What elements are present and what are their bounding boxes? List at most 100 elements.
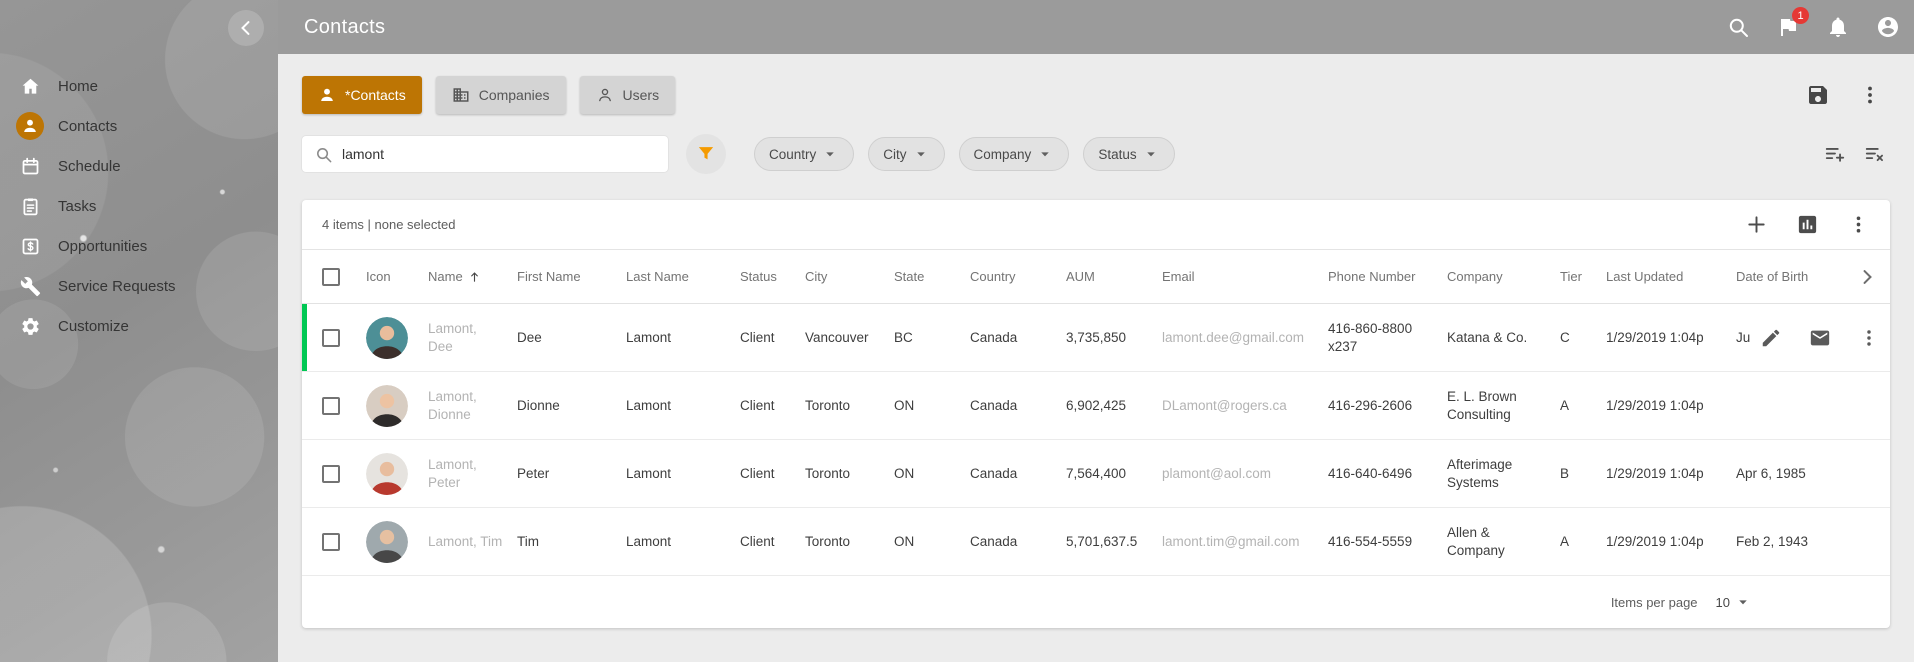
items-per-page-select[interactable]: 10 [1716,593,1752,611]
sidebar-item-label: Tasks [58,198,96,215]
app-root: Home Contacts Schedule Tasks Opportuniti… [0,0,1914,662]
table-toolbar-actions [1745,213,1870,236]
tab-companies[interactable]: Companies [436,76,566,114]
contact-avatar [366,385,408,427]
plus-icon[interactable] [1745,213,1768,236]
col-header-name[interactable]: Name [428,250,517,303]
row-checkbox[interactable] [322,533,340,551]
columns-scroll-right-icon[interactable] [1856,266,1878,288]
filter-chip-status[interactable]: Status [1083,137,1174,171]
cell-aum: 6,902,425 [1066,372,1162,439]
filter-chip-city[interactable]: City [868,137,944,171]
col-header-status[interactable]: Status [740,250,805,303]
bell-icon[interactable] [1826,15,1850,39]
tabs-row: *Contacts Companies Users [302,76,1890,114]
items-per-page-value: 10 [1716,595,1730,610]
sidebar-item-contacts[interactable]: Contacts [0,106,278,146]
col-header-country[interactable]: Country [970,250,1066,303]
more-vert-icon[interactable] [1858,83,1882,107]
col-header-first_name[interactable]: First Name [517,250,626,303]
col-header-company[interactable]: Company [1447,250,1560,303]
col-header-tier[interactable]: Tier [1560,250,1606,303]
sidebar-item-label: Customize [58,318,129,335]
col-header-icon[interactable]: Icon [366,250,428,303]
filter-row-actions [1824,143,1890,165]
row-checkbox[interactable] [322,397,340,415]
sidebar-item-opportunities[interactable]: Opportunities [0,226,278,266]
sidebar-item-service-requests[interactable]: Service Requests [0,266,278,306]
cell-last_name: Lamont [626,508,740,575]
col-header-city[interactable]: City [805,250,894,303]
person-icon [16,112,44,140]
chip-label: Status [1098,147,1136,162]
cell-icon [366,372,428,439]
next-page-icon[interactable] [1844,591,1866,613]
row-actions [1760,327,1880,349]
save-icon[interactable] [1806,83,1830,107]
user-outline-icon [596,86,614,104]
cell-phone: 416-296-2606 [1328,372,1447,439]
sidebar-item-schedule[interactable]: Schedule [0,146,278,186]
calendar-icon [16,152,44,180]
row-checkbox[interactable] [322,465,340,483]
sidebar-item-customize[interactable]: Customize [0,306,278,346]
account-icon[interactable] [1876,15,1900,39]
contact-row[interactable]: Lamont, PeterPeterLamontClientTorontoONC… [302,440,1890,508]
sidebar-collapse-button[interactable] [228,10,264,46]
col-header-last_name[interactable]: Last Name [626,250,740,303]
chart-icon[interactable] [1796,213,1819,236]
page-title: Contacts [304,16,385,39]
more-vert-icon[interactable] [1858,327,1880,349]
opportunities-icon [16,232,44,260]
cell-first_name: Tim [517,508,626,575]
cell-city: Toronto [805,372,894,439]
top-app-bar: Contacts 1 [278,0,1914,54]
select-all-checkbox[interactable] [322,268,340,286]
cell-tier: A [1560,372,1606,439]
filter-chip-company[interactable]: Company [959,137,1070,171]
caret-down-icon [821,145,839,163]
col-header-email[interactable]: Email [1162,250,1328,303]
cell-dob: Feb 2, 1943 [1736,508,1890,575]
cell-icon [366,304,428,371]
previous-page-icon[interactable] [1796,591,1818,613]
cell-city: Toronto [805,440,894,507]
cell-city: Toronto [805,508,894,575]
row-checkbox[interactable] [322,329,340,347]
filter-clear-icon[interactable] [1864,143,1886,165]
tab-contacts[interactable]: *Contacts [302,76,422,114]
filter-chip-country[interactable]: Country [754,137,854,171]
cell-last_updated: 1/29/2019 1:04p [1606,508,1736,575]
sidebar-item-home[interactable]: Home [0,66,278,106]
contact-avatar [366,521,408,563]
contact-row[interactable]: Lamont, DionneDionneLamontClientTorontoO… [302,372,1890,440]
col-header-last_updated[interactable]: Last Updated [1606,250,1736,303]
search-input[interactable] [342,146,628,162]
contact-row[interactable]: Lamont, DeeDeeLamontClientVancouverBCCan… [302,304,1890,372]
cell-company: E. L. Brown Consulting [1447,372,1560,439]
contact-row[interactable]: Lamont, TimTimLamontClientTorontoONCanad… [302,508,1890,576]
cell-name: Lamont, Dee [428,304,517,371]
sidebar-item-tasks[interactable]: Tasks [0,186,278,226]
col-header-state[interactable]: State [894,250,970,303]
filter-funnel-button[interactable] [686,134,726,174]
mail-icon[interactable] [1809,327,1831,349]
flag-icon[interactable]: 1 [1776,15,1800,39]
more-vert-icon[interactable] [1847,213,1870,236]
tab-users[interactable]: Users [580,76,676,114]
col-header-aum[interactable]: AUM [1066,250,1162,303]
cell-dob: Apr 6, 1985 [1736,440,1890,507]
clear-search-icon[interactable] [637,145,656,164]
filter-add-icon[interactable] [1824,143,1846,165]
col-header-phone[interactable]: Phone Number [1328,250,1447,303]
search-icon[interactable] [1726,15,1750,39]
wrench-icon [16,272,44,300]
cell-tier: C [1560,304,1606,371]
cell-city: Vancouver [805,304,894,371]
cell-state: ON [894,372,970,439]
cell-aum: 5,701,637.5 [1066,508,1162,575]
gear-icon [16,312,44,340]
edit-icon[interactable] [1760,327,1782,349]
search-box [302,136,668,172]
content: *Contacts Companies Users [278,54,1914,662]
